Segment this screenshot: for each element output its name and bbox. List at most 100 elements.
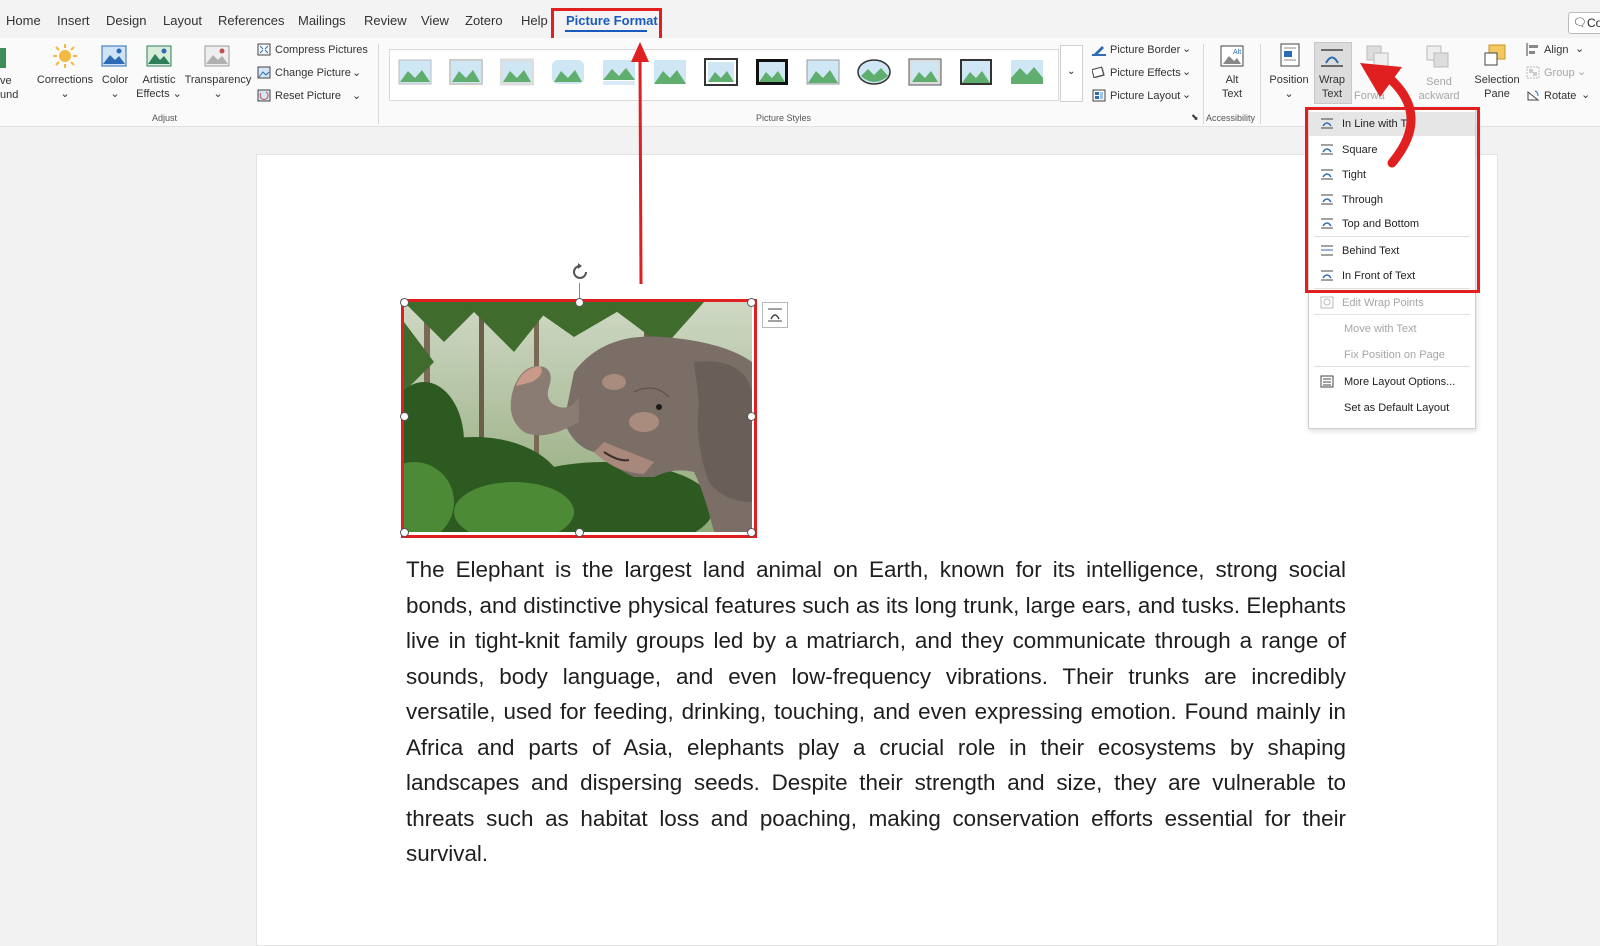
rotate-button[interactable]: Rotate <box>1544 90 1576 102</box>
edit-wrap-points-icon <box>1320 296 1334 309</box>
position-icon <box>1280 43 1300 67</box>
change-picture-button[interactable]: Change Picture <box>275 67 351 79</box>
resize-handle[interactable] <box>400 528 409 537</box>
tab-mailings[interactable]: Mailings <box>298 13 346 28</box>
picture-style-thumb[interactable] <box>755 58 789 86</box>
picture-effects-button[interactable]: Picture Effects <box>1110 67 1181 79</box>
tab-review[interactable]: Review <box>364 13 407 28</box>
selection-pane-button[interactable]: Selection Pane <box>1469 73 1525 101</box>
document-paragraph[interactable]: The Elephant is the largest land animal … <box>406 552 1346 872</box>
menu-item-more-layout-options[interactable]: More Layout Options... <box>1309 370 1475 394</box>
resize-handle[interactable] <box>400 412 409 421</box>
resize-handle[interactable] <box>575 528 584 537</box>
picture-selection-box <box>401 299 757 538</box>
chevron-down-icon: ⌄ <box>1067 66 1076 77</box>
tab-help[interactable]: Help <box>521 13 548 28</box>
resize-handle[interactable] <box>747 528 756 537</box>
menu-item-fix-position: Fix Position on Page <box>1309 343 1475 367</box>
picture-style-thumb[interactable] <box>551 58 585 86</box>
picture-style-thumb[interactable] <box>857 58 891 86</box>
alt-text-button[interactable]: Alt Text <box>1212 73 1252 101</box>
chevron-down-icon: ⌄ <box>1577 66 1587 78</box>
remove-background-icon <box>0 48 6 68</box>
alt-text-label-2: Text <box>1221 88 1243 100</box>
picture-style-thumb[interactable] <box>398 58 432 86</box>
ribbon-tab-bar: Home Insert Design Layout References Mai… <box>0 0 1600 38</box>
picture-border-icon <box>1092 46 1106 56</box>
corrections-button[interactable]: Corrections ⌄ <box>33 73 97 101</box>
ribbon-separator <box>378 44 379 124</box>
gallery-more-button[interactable]: ⌄ <box>1060 45 1083 102</box>
tab-zotero[interactable]: Zotero <box>465 13 503 28</box>
comments-button[interactable]: 🗨 Co <box>1568 12 1600 34</box>
position-label: Position <box>1269 74 1309 86</box>
rotate-handle-icon[interactable] <box>569 261 591 283</box>
chevron-down-icon: ⌄ <box>1182 66 1192 78</box>
alt-text-icon: Alt <box>1220 45 1244 67</box>
annotation-curved-arrow <box>1360 63 1416 168</box>
annotation-arrow-up <box>631 42 649 285</box>
chevron-down-icon: ⌄ <box>1182 89 1192 101</box>
compress-pictures-button[interactable]: Compress Pictures <box>275 44 368 56</box>
dialog-launcher-icon[interactable]: ⬊ <box>1191 112 1199 123</box>
corrections-label: Corrections <box>36 74 94 86</box>
group-icon <box>1526 66 1540 79</box>
svg-text:Alt: Alt <box>1233 49 1241 56</box>
transparency-label: Transparency <box>184 74 252 86</box>
group-button: Group <box>1544 67 1575 79</box>
transparency-button[interactable]: Transparency ⌄ <box>184 73 252 101</box>
rotate-icon <box>1527 90 1540 101</box>
chevron-down-icon: ⌄ <box>1182 43 1192 55</box>
comment-icon: 🗨 <box>1573 17 1587 29</box>
chevron-down-icon: ⌄ <box>213 88 223 100</box>
resize-handle[interactable] <box>747 298 756 307</box>
picture-style-thumb[interactable] <box>806 58 840 86</box>
adjust-group-label: Adjust <box>152 113 178 123</box>
tab-insert[interactable]: Insert <box>57 13 90 28</box>
picture-style-thumb[interactable] <box>1010 58 1044 86</box>
artistic-effects-icon <box>146 45 172 67</box>
menu-item-label: More Layout Options... <box>1344 376 1456 388</box>
more-layout-options-icon <box>1320 375 1334 388</box>
picture-style-thumb[interactable] <box>449 58 483 86</box>
alt-text-label-1: Alt <box>1225 74 1239 86</box>
chevron-down-icon: ⌄ <box>110 88 120 100</box>
remove-background-button[interactable]: ve und <box>0 74 22 102</box>
comments-label: Co <box>1587 16 1600 30</box>
tab-design[interactable]: Design <box>106 13 146 28</box>
picture-style-thumb[interactable] <box>959 58 993 86</box>
change-picture-icon <box>257 66 271 79</box>
remove-background-label-2: und <box>0 89 19 101</box>
tab-layout[interactable]: Layout <box>163 13 202 28</box>
tab-view[interactable]: View <box>421 13 449 28</box>
menu-item-move-with-text: Move with Text <box>1309 317 1475 341</box>
reset-picture-button[interactable]: Reset Picture <box>275 90 341 102</box>
menu-item-label: Fix Position on Page <box>1344 349 1445 361</box>
menu-item-label: Set as Default Layout <box>1344 402 1450 414</box>
accessibility-group-label: Accessibility <box>1206 113 1256 123</box>
picture-layout-button[interactable]: Picture Layout <box>1110 90 1180 102</box>
selection-pane-label-1: Selection <box>1474 74 1520 86</box>
resize-handle[interactable] <box>575 298 584 307</box>
menu-item-set-as-default[interactable]: Set as Default Layout <box>1309 396 1475 420</box>
layout-options-button[interactable] <box>762 302 788 328</box>
align-icon <box>1526 43 1538 56</box>
chevron-down-icon: ⌄ <box>1575 43 1585 55</box>
menu-separator <box>1314 366 1470 367</box>
picture-effects-icon <box>1092 66 1105 79</box>
position-button[interactable]: Position ⌄ <box>1266 73 1312 101</box>
picture-style-thumb[interactable] <box>704 58 738 86</box>
resize-handle[interactable] <box>747 412 756 421</box>
artistic-effects-button[interactable]: Artistic Effects ⌄ <box>134 73 184 101</box>
tab-references[interactable]: References <box>218 13 284 28</box>
align-button[interactable]: Align <box>1544 44 1568 56</box>
tab-home[interactable]: Home <box>6 13 41 28</box>
color-button[interactable]: Color ⌄ <box>98 73 132 101</box>
chevron-down-icon: ⌄ <box>60 88 70 100</box>
menu-item-label: Edit Wrap Points <box>1342 297 1424 309</box>
picture-border-button[interactable]: Picture Border <box>1110 44 1180 56</box>
color-label: Color <box>101 74 129 86</box>
picture-style-thumb[interactable] <box>908 58 942 86</box>
picture-style-thumb[interactable] <box>500 58 534 86</box>
resize-handle[interactable] <box>400 298 409 307</box>
